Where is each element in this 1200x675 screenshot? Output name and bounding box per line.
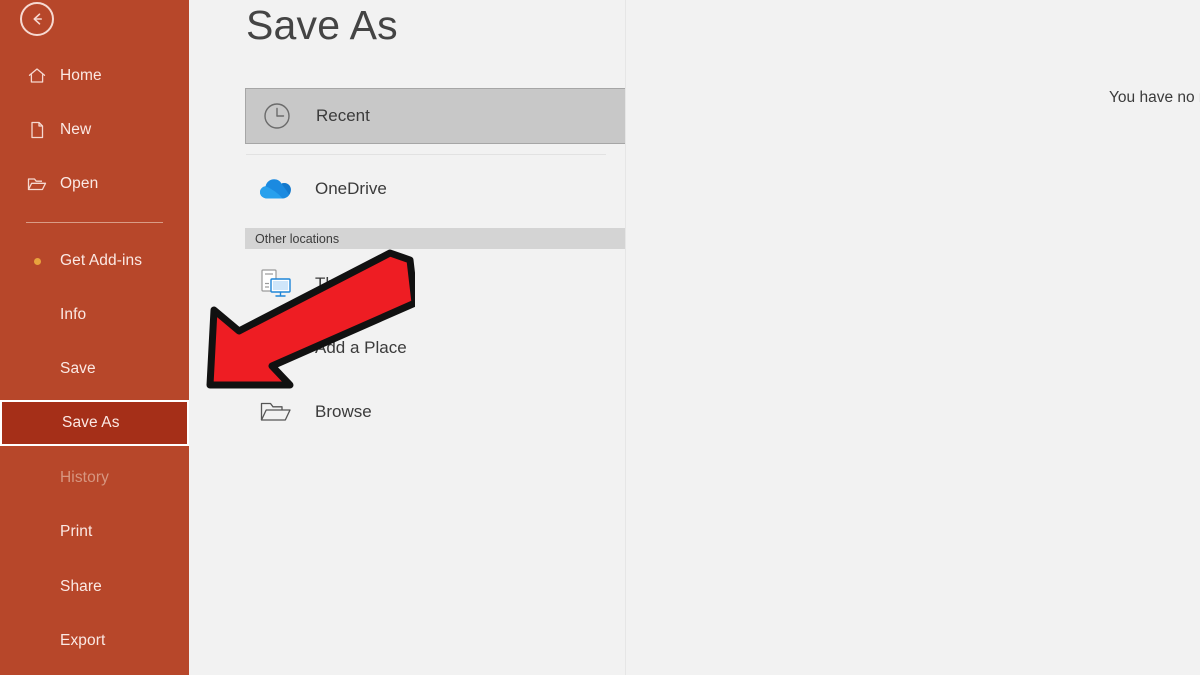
places-separator [246, 154, 606, 155]
sidebar-item-history: History [0, 459, 189, 497]
page-icon [26, 119, 48, 141]
section-header-other-locations: Other locations [245, 228, 626, 249]
place-item-label: This PC [315, 274, 376, 293]
place-item-label: Add a Place [315, 338, 407, 357]
sidebar-item-share[interactable]: Share [0, 568, 189, 606]
sidebar-item-open[interactable]: Open [0, 165, 189, 203]
section-header-label: Other locations [255, 231, 340, 246]
other-locations-list: This PC Add a Place Browse [245, 256, 626, 440]
sidebar-item-label: Open [60, 175, 99, 192]
place-item-this-pc[interactable]: This PC [245, 256, 626, 312]
sidebar-item-export[interactable]: Export [0, 622, 189, 660]
sidebar-item-label: History [60, 469, 109, 486]
place-item-browse[interactable]: Browse [245, 384, 626, 440]
add-place-icon [255, 328, 297, 368]
backstage-sidebar: Home New Open Get Add-ins Info Save Save… [0, 0, 189, 675]
sidebar-item-save[interactable]: Save [0, 350, 189, 388]
sidebar-item-info[interactable]: Info [0, 296, 189, 334]
sidebar-item-label: Print [60, 523, 93, 540]
place-item-add-a-place[interactable]: Add a Place [245, 320, 626, 376]
sidebar-item-print[interactable]: Print [0, 513, 189, 551]
sidebar-item-new[interactable]: New [0, 111, 189, 149]
sidebar-item-label: Info [60, 306, 87, 323]
places-list: Recent OneDrive [245, 88, 626, 217]
place-item-label: Recent [316, 106, 370, 125]
onedrive-icon [255, 169, 297, 209]
sidebar-item-label: Save As [62, 414, 120, 431]
sidebar-item-home[interactable]: Home [0, 57, 189, 95]
sidebar-item-label: Share [60, 578, 102, 595]
backstage-view: Home New Open Get Add-ins Info Save Save… [0, 0, 1200, 675]
place-item-label: OneDrive [315, 179, 387, 198]
sidebar-item-get-add-ins[interactable]: Get Add-ins [0, 242, 189, 280]
place-item-label: Browse [315, 402, 372, 421]
browse-folder-icon [255, 392, 297, 432]
recent-folders-pane: You have no recent folders. [625, 0, 1200, 675]
place-item-recent[interactable]: Recent [245, 88, 626, 144]
back-arrow-icon [28, 10, 46, 28]
sidebar-item-label: Home [60, 67, 102, 84]
backstage-content: Save As Recent OneDrive Other locations … [189, 0, 1200, 675]
back-button[interactable] [20, 2, 54, 36]
sidebar-item-label: Save [60, 360, 96, 377]
home-icon [26, 65, 48, 87]
clock-icon [256, 96, 298, 136]
place-item-onedrive[interactable]: OneDrive [245, 161, 626, 217]
sidebar-item-label: Get Add-ins [60, 252, 143, 269]
empty-state-message: You have no recent folders. [1109, 89, 1200, 106]
folder-icon [26, 173, 48, 195]
page-title: Save As [246, 2, 398, 48]
sidebar-divider [26, 222, 163, 223]
this-pc-icon [255, 264, 297, 304]
sidebar-item-save-as[interactable]: Save As [0, 400, 189, 446]
sidebar-item-label: New [60, 121, 92, 138]
bullet-dot-icon [34, 258, 41, 265]
sidebar-item-label: Export [60, 632, 106, 649]
